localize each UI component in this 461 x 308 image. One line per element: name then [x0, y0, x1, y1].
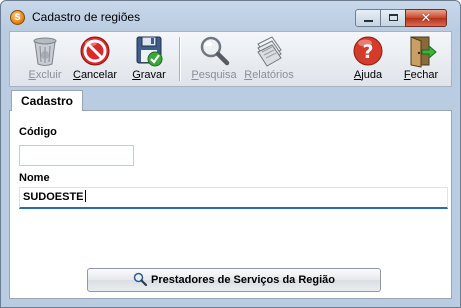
help-button[interactable]: ? Ajuda [350, 34, 386, 86]
help-button-label: Ajuda [353, 69, 383, 81]
save-button[interactable]: Gravar [130, 34, 168, 86]
prestadores-button-label: Prestadores de Serviços da Região [150, 274, 336, 286]
cancel-button-label: Cancelar [72, 69, 118, 81]
app-window: S Cadastro de regiões ✕ Excluir Cancelar… [0, 0, 461, 308]
codigo-input[interactable] [19, 145, 134, 166]
nome-input-value: SUDOESTE [23, 191, 84, 203]
close-form-button[interactable]: Fechar [402, 34, 440, 86]
codigo-label: Código [19, 126, 57, 138]
trash-icon [33, 37, 57, 66]
search-button-label: Pesquisa [191, 69, 237, 81]
maximize-icon [389, 14, 398, 21]
tab-panel-cadastro: Código Nome SUDOESTE Prestadores de Serv… [9, 110, 452, 299]
close-window-button[interactable]: ✕ [405, 9, 447, 27]
svg-text:?: ? [362, 41, 373, 63]
tab-container: Cadastro Código Nome SUDOESTE Prestadore… [9, 89, 452, 299]
cancel-button[interactable]: Cancelar [72, 34, 118, 86]
nome-label: Nome [19, 172, 50, 184]
exit-door-icon [410, 36, 437, 68]
help-icon: ? [353, 36, 383, 66]
prestadores-button[interactable]: Prestadores de Serviços da Região [87, 268, 381, 292]
toolbar-separator [179, 37, 181, 81]
magnifier-icon [133, 272, 147, 286]
text-caret [84, 190, 86, 202]
delete-button[interactable]: Excluir [26, 34, 64, 86]
maximize-button[interactable] [380, 9, 406, 27]
delete-button-label: Excluir [28, 69, 62, 81]
save-icon [136, 36, 163, 67]
reports-icon [257, 36, 282, 67]
reports-button[interactable]: Relatórios [242, 34, 296, 86]
minimize-icon [364, 20, 373, 22]
title-bar[interactable]: S Cadastro de regiões ✕ [1, 1, 460, 31]
minimize-button[interactable] [355, 9, 381, 27]
close-icon: ✕ [420, 10, 432, 25]
window-controls: ✕ [355, 9, 447, 27]
save-button-label: Gravar [132, 69, 166, 81]
reports-button-label: Relatórios [244, 69, 294, 81]
window-title: Cadastro de regiões [32, 10, 141, 24]
search-button[interactable]: Pesquisa [190, 34, 238, 86]
tab-cadastro[interactable]: Cadastro [11, 90, 84, 111]
app-logo-icon[interactable]: S [10, 10, 25, 25]
close-form-button-label: Fechar [403, 69, 439, 81]
cancel-icon [80, 36, 110, 66]
nome-input[interactable]: SUDOESTE [19, 187, 448, 209]
toolbar: Excluir Cancelar Gravar Pesquisa Relatór… [9, 31, 452, 87]
search-icon [200, 36, 230, 66]
